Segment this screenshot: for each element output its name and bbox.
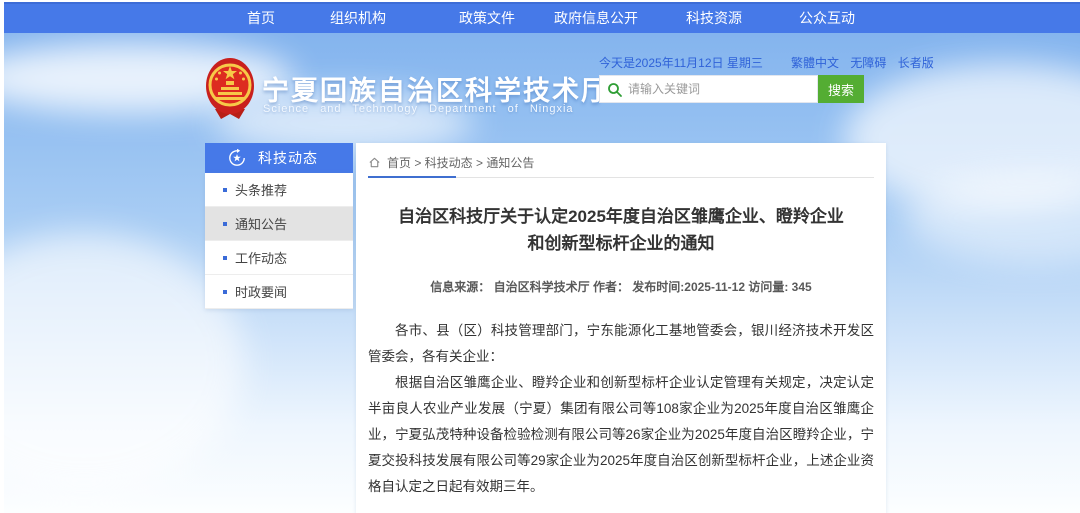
breadcrumb-divider — [368, 176, 874, 178]
sidebar-item-notices[interactable]: 通知公告 — [205, 207, 353, 241]
national-emblem-logo — [205, 57, 255, 123]
sidebar-title: 科技动态 — [258, 148, 318, 168]
bullet-icon — [223, 222, 227, 226]
bullet-icon — [223, 290, 227, 294]
breadcrumb-text: 首页 > 科技动态 > 通知公告 — [387, 154, 534, 171]
main-content-panel: 首页 > 科技动态 > 通知公告 自治区科技厅关于认定2025年度自治区雏鹰企业… — [356, 143, 886, 513]
search-button[interactable]: 搜索 — [818, 75, 864, 103]
nav-item-policy[interactable]: 政策文件 — [459, 4, 515, 33]
top-navigation-bar: 首页 组织机构 政策文件 政府信息公开 科技资源 公众互动 — [4, 2, 1080, 33]
sidebar-item-label: 通知公告 — [235, 214, 287, 233]
article-meta: 信息来源： 自治区科学技术厅 作者： 发布时间:2025-11-12 访问量: … — [368, 278, 874, 295]
nav-item-organization[interactable]: 组织机构 — [330, 4, 386, 33]
sidebar-item-work-updates[interactable]: 工作动态 — [205, 241, 353, 275]
site-header: 宁夏回族自治区科学技术厅 Science and Technology Depa… — [4, 33, 1080, 145]
bullet-icon — [223, 256, 227, 260]
nav-item-resources[interactable]: 科技资源 — [686, 4, 742, 33]
sidebar-item-headlines[interactable]: 头条推荐 — [205, 173, 353, 207]
nav-item-home[interactable]: 首页 — [247, 4, 275, 33]
divider-line — [456, 177, 874, 178]
link-elder-version[interactable]: 长者版 — [898, 56, 934, 70]
nav-item-interaction[interactable]: 公众互动 — [799, 4, 855, 33]
article-body: 各市、县（区）科技管理部门，宁东能源化工基地管委会，银川经济技术开发区管委会，各… — [368, 318, 874, 500]
link-accessibility[interactable]: 无障碍 — [850, 56, 886, 70]
sidebar-item-political-news[interactable]: 时政要闻 — [205, 275, 353, 309]
tech-news-section-icon — [228, 149, 246, 167]
search-input[interactable] — [628, 76, 813, 102]
quick-links: 繁體中文 无障碍 长者版 — [791, 54, 942, 71]
article-title-line2: 和创新型标杆企业的通知 — [368, 230, 874, 257]
sidebar-item-label: 工作动态 — [235, 248, 287, 267]
link-traditional-chinese[interactable]: 繁體中文 — [791, 56, 839, 70]
search-icon — [607, 82, 623, 98]
sidebar-item-label: 头条推荐 — [235, 180, 287, 199]
article-title-line1: 自治区科技厅关于认定2025年度自治区雏鹰企业、瞪羚企业 — [368, 203, 874, 230]
nav-item-gov-info[interactable]: 政府信息公开 — [554, 4, 638, 33]
page: 首页 组织机构 政策文件 政府信息公开 科技资源 公众互动 宁夏回族自治区 — [4, 2, 1080, 513]
sidebar-item-label: 时政要闻 — [235, 282, 287, 301]
sidebar-menu: 头条推荐 通知公告 工作动态 时政要闻 — [205, 173, 353, 309]
breadcrumb[interactable]: 首页 > 科技动态 > 通知公告 — [368, 152, 874, 172]
sidebar: 科技动态 头条推荐 通知公告 工作动态 时政要闻 — [205, 143, 353, 309]
search-bar: 搜索 — [599, 75, 864, 103]
divider-accent — [368, 176, 456, 178]
article-paragraph: 根据自治区雏鹰企业、瞪羚企业和创新型标杆企业认定管理有关规定，决定认定半亩良人农… — [368, 370, 874, 500]
sidebar-header: 科技动态 — [205, 143, 353, 173]
article-paragraph: 各市、县（区）科技管理部门，宁东能源化工基地管委会，银川经济技术开发区管委会，各… — [368, 318, 874, 370]
bullet-icon — [223, 188, 227, 192]
article-title: 自治区科技厅关于认定2025年度自治区雏鹰企业、瞪羚企业 和创新型标杆企业的通知 — [368, 203, 874, 257]
search-input-wrap — [599, 75, 818, 103]
home-icon — [368, 156, 381, 169]
current-date-text: 今天是2025年11月12日 星期三 — [599, 54, 763, 71]
site-subtitle-english: Science and Technology Department of Nin… — [263, 103, 574, 115]
